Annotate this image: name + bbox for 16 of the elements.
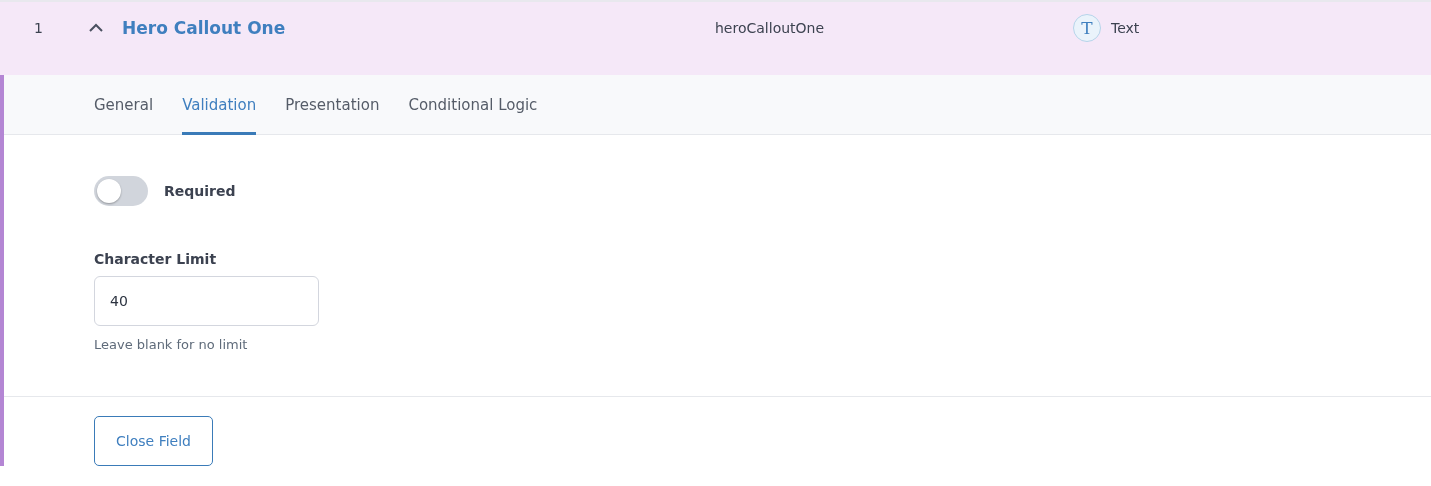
field-type-icon: T [1073,14,1101,42]
field-type: Text [1111,20,1140,36]
character-limit-field[interactable]: 40 [94,276,319,326]
field-title: Hero Callout One [122,18,287,38]
character-limit-label: Character Limit [94,251,218,267]
tab[interactable]: General [94,75,154,135]
tab[interactable]: Conditional Logic [408,75,538,135]
row-number: 1 [33,20,44,36]
tab[interactable]: Presentation [285,75,380,135]
tab[interactable]: Validation [182,75,257,135]
chevron-icon[interactable] [88,23,104,33]
field-key: heroCalloutOne [715,20,1073,36]
close-field-button[interactable]: Close Field [94,416,213,466]
required-label: Required [164,183,236,199]
required-toggle[interactable] [94,176,148,206]
hint-text: Leave blank for no limit [94,337,249,352]
